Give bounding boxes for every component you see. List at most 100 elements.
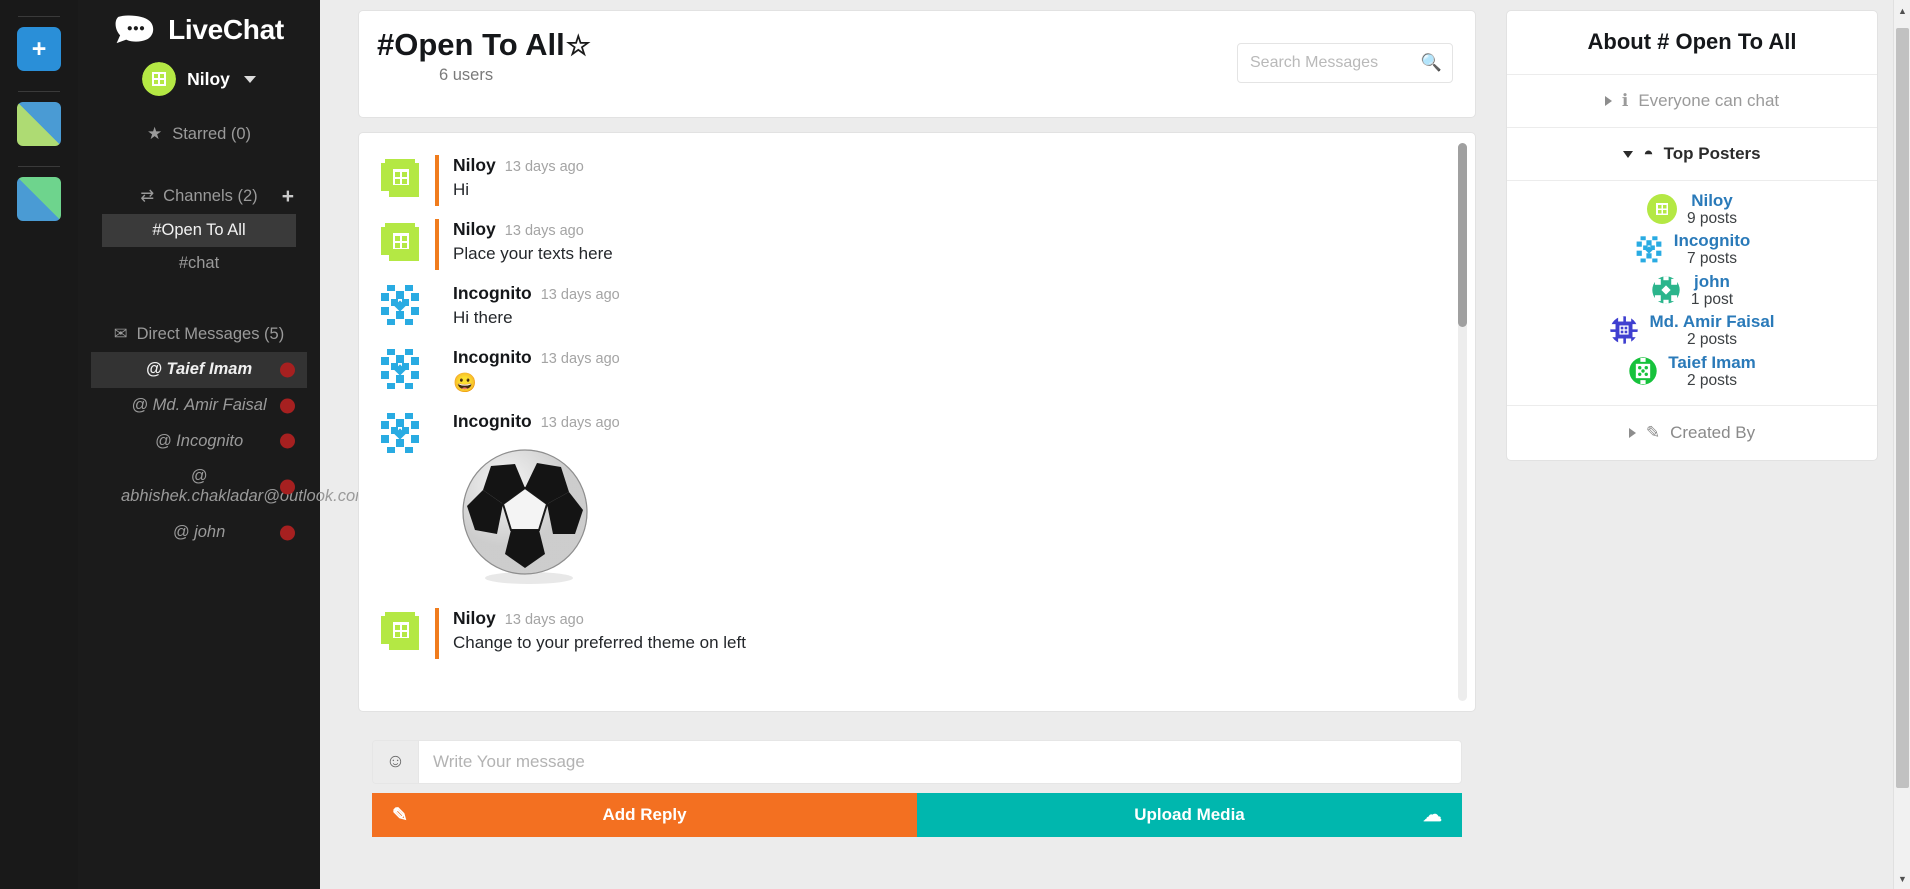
message-timestamp: 13 days ago xyxy=(540,287,620,303)
sidebar-dm-john[interactable]: @ john xyxy=(91,515,307,551)
message-meta: Niloy 13 days ago xyxy=(453,155,1455,176)
poster-item[interactable]: Taief Imam 2 posts xyxy=(1507,351,1877,391)
sidebar-dm-abhishek[interactable]: @ abhishek.chakladar@outlook.com xyxy=(91,459,369,515)
channels-swap-icon: ⇄ xyxy=(140,187,155,205)
poster-name[interactable]: Niloy xyxy=(1691,191,1733,210)
message-body: Niloy 13 days ago Place your texts here xyxy=(435,219,1455,270)
message-scrollbar[interactable] xyxy=(1458,143,1467,701)
about-top-posters-row[interactable]: ◓ Top Posters xyxy=(1507,128,1877,181)
poster-item[interactable]: Md. Amir Faisal 2 posts xyxy=(1507,310,1877,350)
upload-media-label: Upload Media xyxy=(1134,805,1245,824)
page-title: #Open To All ☆ xyxy=(377,27,591,62)
about-card: About # Open To All ℹ Everyone can chat … xyxy=(1506,10,1878,461)
about-everyone-can-chat-row[interactable]: ℹ Everyone can chat xyxy=(1507,75,1877,128)
message-author: Incognito xyxy=(453,347,532,367)
sidebar-item-chat[interactable]: #chat xyxy=(102,247,296,280)
channel-title-text: #Open To All xyxy=(377,27,565,62)
theme-swatch-green-blue[interactable] xyxy=(17,177,61,221)
scroll-up-arrow-icon[interactable]: ▲ xyxy=(1894,2,1910,19)
theme-swatch-blue-green[interactable] xyxy=(17,102,61,146)
emoji-icon[interactable]: ☺ xyxy=(373,741,419,783)
user-icon: ◓ xyxy=(1643,144,1654,163)
poster-item[interactable]: john 1 post xyxy=(1507,270,1877,310)
about-created-by-row[interactable]: ✎ Created By xyxy=(1507,406,1877,460)
divider xyxy=(18,166,60,167)
poster-item[interactable]: Niloy 9 posts xyxy=(1507,189,1877,229)
soccer-ball-icon xyxy=(462,449,588,584)
starred-label: Starred (0) xyxy=(172,124,252,143)
avatar xyxy=(377,347,423,398)
everyone-can-chat-label: Everyone can chat xyxy=(1638,91,1780,110)
direct-messages-label: Direct Messages (5) xyxy=(136,324,285,343)
avatar xyxy=(377,219,423,270)
main-column: #Open To All ☆ 6 users 🔍 xyxy=(320,0,1490,889)
message-input[interactable] xyxy=(419,741,1461,783)
message-meta: Incognito 13 days ago xyxy=(453,411,1455,432)
info-icon: ℹ xyxy=(1621,91,1629,110)
direct-messages-section-header: ✉ Direct Messages (5) xyxy=(78,324,320,344)
message-meta: Incognito 13 days ago xyxy=(453,283,1455,304)
message-scrollbar-thumb[interactable] xyxy=(1458,143,1467,328)
poster-text: Incognito 7 posts xyxy=(1674,231,1750,267)
theme-strip: + xyxy=(0,0,78,889)
message-attachment-image[interactable] xyxy=(453,442,1455,595)
sidebar: LiveChat Niloy ★ Starred (0) ⇄ Channels … xyxy=(78,0,369,889)
poster-name[interactable]: Md. Amir Faisal xyxy=(1649,312,1774,331)
message-item: Niloy 13 days ago Change to your preferr… xyxy=(377,604,1455,668)
message-list-panel: Niloy 13 days ago Hi Niloy 13 days ago P… xyxy=(358,132,1476,712)
message-body: Niloy 13 days ago Change to your preferr… xyxy=(435,608,1455,659)
avatar xyxy=(377,411,423,595)
status-dot xyxy=(280,398,295,414)
message-item: Incognito 13 days ago xyxy=(377,407,1455,604)
scroll-down-arrow-icon[interactable]: ▼ xyxy=(1894,870,1910,887)
sidebar-dm-incognito[interactable]: @ Incognito xyxy=(91,424,307,460)
page-scrollbar[interactable]: ▲ ▼ xyxy=(1893,0,1910,889)
cloud-upload-icon: ☁ xyxy=(1423,804,1442,826)
message-scroll-area: Niloy 13 days ago Hi Niloy 13 days ago P… xyxy=(359,133,1455,711)
poster-text: Niloy 9 posts xyxy=(1687,191,1737,227)
avatar xyxy=(1629,357,1657,385)
message-timestamp: 13 days ago xyxy=(504,223,584,239)
message-timestamp: 13 days ago xyxy=(540,351,620,367)
upload-media-button[interactable]: Upload Media ☁ xyxy=(917,793,1462,837)
message-body: Incognito 13 days ago xyxy=(435,411,1455,595)
current-user-menu[interactable]: Niloy xyxy=(142,62,256,96)
poster-text: Taief Imam 2 posts xyxy=(1668,353,1756,389)
sidebar-item-open-to-all[interactable]: #Open To All xyxy=(102,214,296,247)
channels-label: Channels (2) xyxy=(163,186,258,205)
sidebar-dm-taief-imam[interactable]: @ Taief Imam xyxy=(91,352,307,388)
divider xyxy=(18,16,60,17)
poster-count: 1 post xyxy=(1690,290,1734,308)
dm-label: @ Incognito xyxy=(154,431,244,450)
status-dot xyxy=(280,433,295,449)
message-author: Incognito xyxy=(453,283,532,303)
poster-name[interactable]: john xyxy=(1694,272,1730,291)
add-channel-button[interactable]: + xyxy=(282,186,294,207)
poster-count: 9 posts xyxy=(1687,210,1737,228)
search-input[interactable] xyxy=(1237,43,1453,83)
poster-item[interactable]: Incognito 7 posts xyxy=(1507,229,1877,269)
starred-item[interactable]: ★ Starred (0) xyxy=(147,124,251,144)
message-item: Incognito 13 days ago 😀 xyxy=(377,343,1455,407)
message-body: Incognito 13 days ago Hi there xyxy=(435,283,1455,334)
message-timestamp: 13 days ago xyxy=(504,612,584,628)
compose-icon: ✎ xyxy=(392,804,408,826)
sidebar-dm-md-amir-faisal[interactable]: @ Md. Amir Faisal xyxy=(91,388,307,424)
about-title: About # Open To All xyxy=(1507,11,1877,75)
poster-name[interactable]: Taief Imam xyxy=(1668,353,1756,372)
avatar xyxy=(377,608,423,659)
star-outline-icon[interactable]: ☆ xyxy=(566,30,591,60)
message-item: Niloy 13 days ago Hi xyxy=(377,151,1455,215)
add-reply-button[interactable]: ✎ Add Reply xyxy=(372,793,917,837)
add-theme-button[interactable]: + xyxy=(17,27,61,71)
page-scrollbar-thumb[interactable] xyxy=(1896,28,1909,788)
poster-count: 2 posts xyxy=(1687,331,1737,349)
pencil-icon: ✎ xyxy=(1645,422,1661,442)
composer: ☺ ✎ Add Reply Upload Media ☁ xyxy=(358,726,1476,837)
poster-name[interactable]: Incognito xyxy=(1674,231,1750,250)
channel-header: #Open To All ☆ 6 users 🔍 xyxy=(358,10,1476,118)
dm-label: @ john xyxy=(172,522,226,541)
message-text: Place your texts here xyxy=(453,244,613,263)
message-meta: Niloy 13 days ago xyxy=(453,608,1455,629)
avatar xyxy=(142,62,177,96)
